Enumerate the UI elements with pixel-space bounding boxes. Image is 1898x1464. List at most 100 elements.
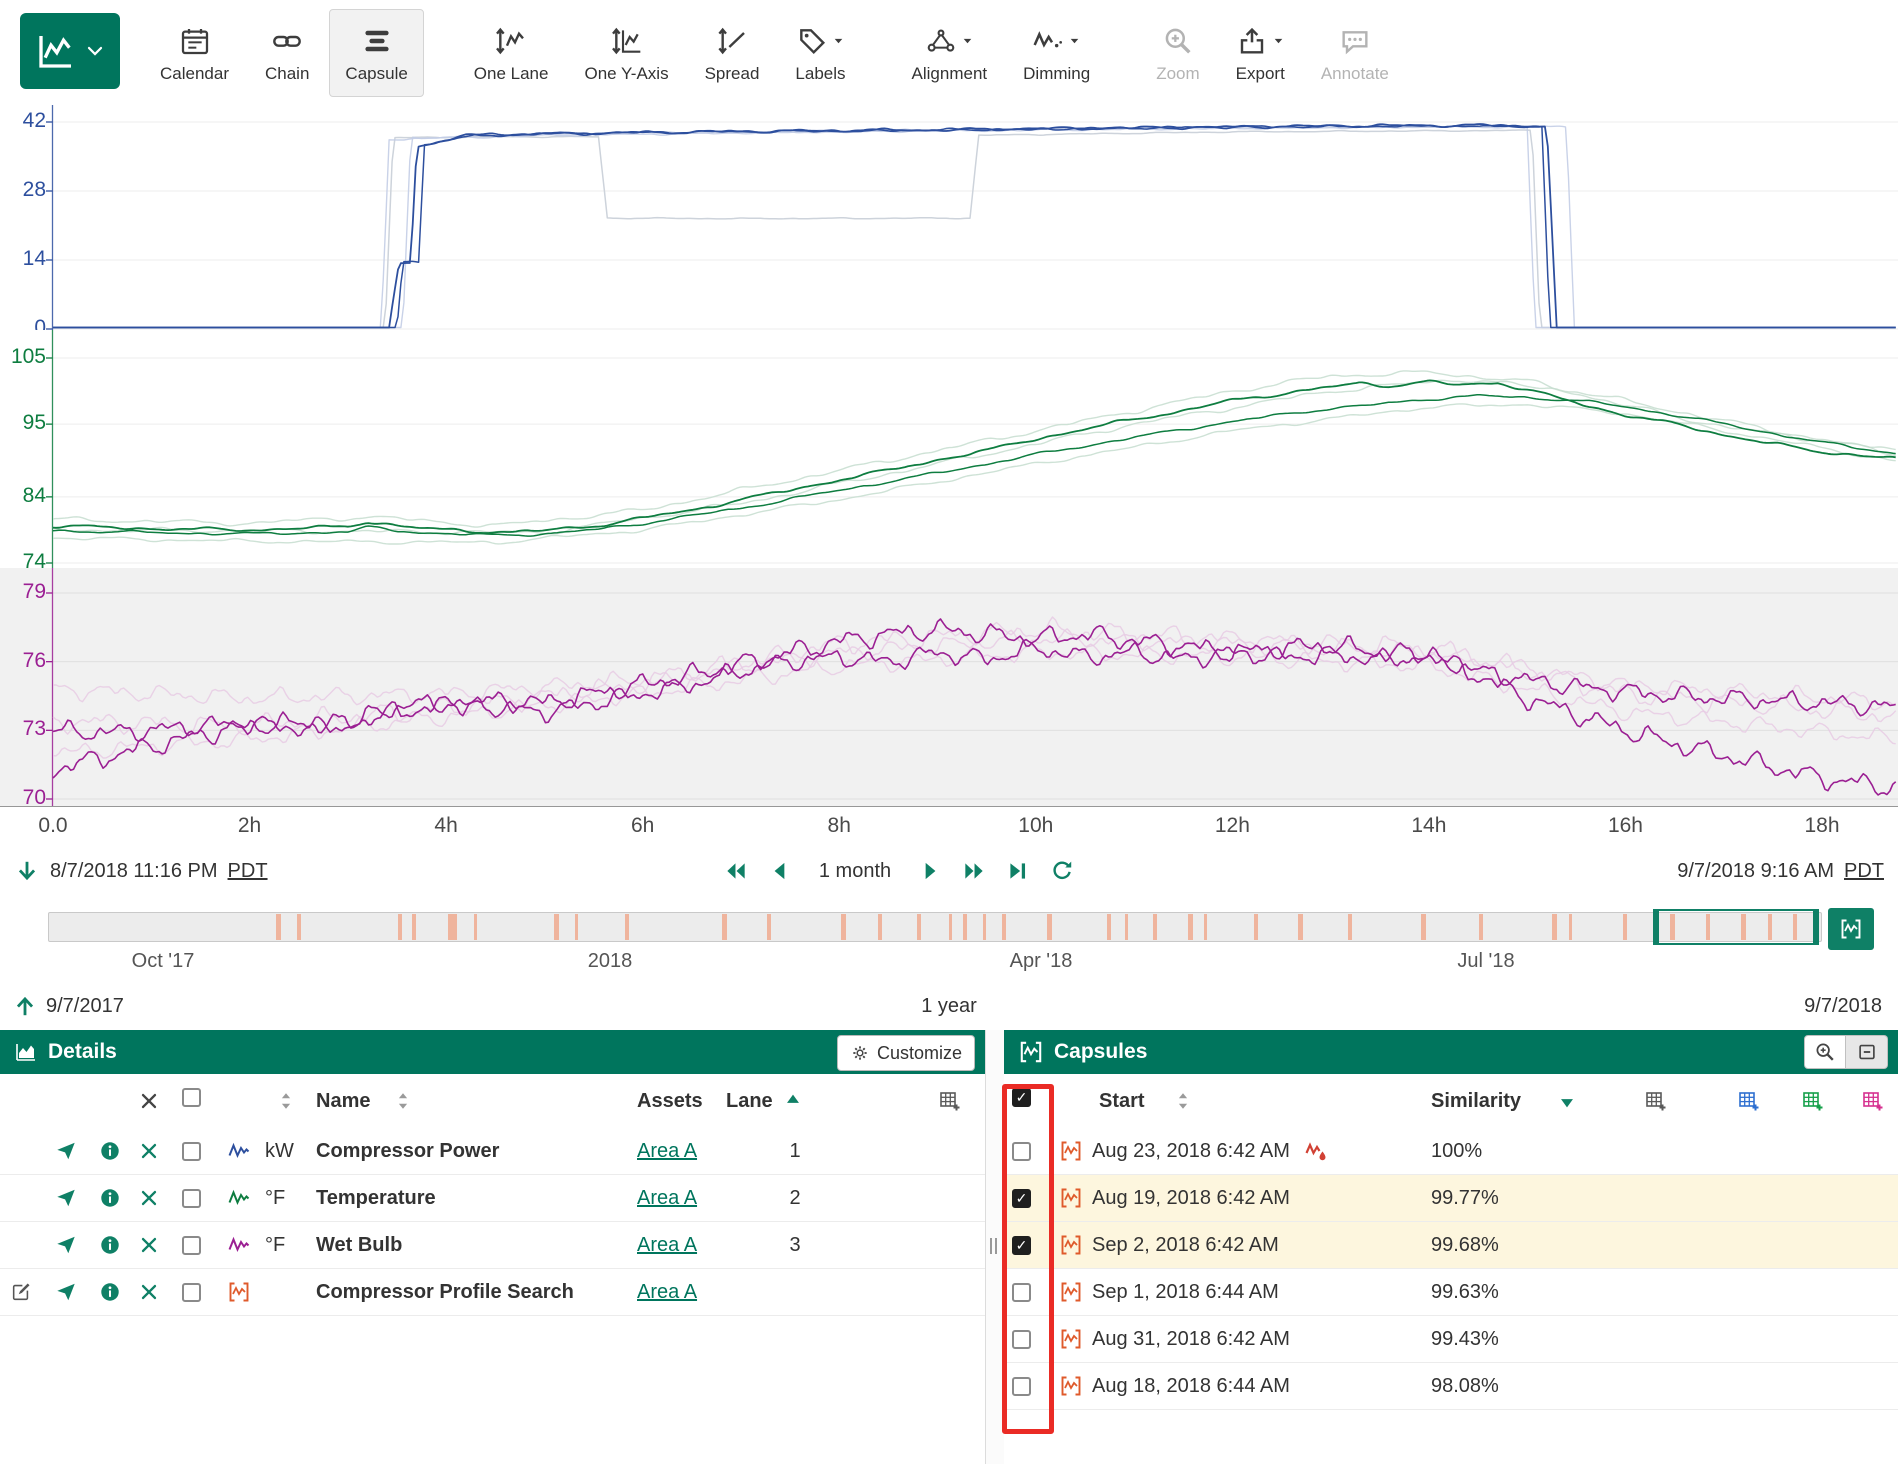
pin-icon[interactable]: [55, 1128, 77, 1174]
timeline-label-Apr-18: Apr '18: [1010, 950, 1073, 973]
toolbar-button-dimming[interactable]: Dimming: [1007, 9, 1106, 97]
info-icon[interactable]: [99, 1269, 121, 1315]
capsule-row-0[interactable]: Aug 23, 2018 6:42 AM100%: [1004, 1128, 1898, 1175]
lane-wet-bulb[interactable]: 79767370: [0, 568, 1898, 807]
remove-icon[interactable]: [138, 1269, 160, 1315]
remove-icon[interactable]: [138, 1222, 160, 1268]
toolbar-button-labels[interactable]: Labels: [779, 9, 861, 97]
details-row-0[interactable]: kWCompressor PowerArea A1: [0, 1128, 985, 1175]
timeline-capsule-mark: [841, 914, 846, 940]
toolbar-button-spread[interactable]: Spread: [689, 9, 776, 97]
lane-column-header[interactable]: Lane: [726, 1074, 773, 1128]
details-row-1[interactable]: °FTemperatureArea A2: [0, 1175, 985, 1222]
sort-name-icon[interactable]: [392, 1074, 414, 1128]
capsules-select-all-checkbox[interactable]: ✓: [1012, 1088, 1031, 1107]
sort-start-icon[interactable]: [1172, 1074, 1194, 1128]
capsule-row-1[interactable]: ✓Aug 19, 2018 6:42 AM99.77%: [1004, 1175, 1898, 1222]
details-select-all-checkbox[interactable]: [182, 1088, 201, 1107]
capsule-row-5[interactable]: Aug 18, 2018 6:44 AM98.08%: [1004, 1363, 1898, 1410]
asset-link[interactable]: Area A: [637, 1269, 697, 1315]
capsule-checkbox[interactable]: [1012, 1377, 1031, 1396]
sort-lane-asc-icon[interactable]: [782, 1074, 804, 1128]
timeline-scrubber[interactable]: [48, 912, 1822, 942]
labels-icon: [796, 22, 845, 60]
details-row-3[interactable]: Compressor Profile Search Area A: [0, 1269, 985, 1316]
details-row-2[interactable]: °FWet BulbArea A3: [0, 1222, 985, 1269]
capsule-time-toggle-button[interactable]: [1828, 908, 1874, 950]
pin-icon[interactable]: [55, 1269, 77, 1315]
customize-button[interactable]: Customize: [837, 1035, 975, 1071]
name-column-header[interactable]: Name: [316, 1074, 370, 1128]
capsules-zoom-button[interactable]: [1804, 1035, 1846, 1069]
capsules-collapse-button[interactable]: [1846, 1035, 1888, 1069]
item-name[interactable]: Compressor Profile Search: [316, 1269, 574, 1315]
capsule-checkbox[interactable]: [1012, 1283, 1031, 1302]
lane-temperature[interactable]: 105958474: [0, 330, 1898, 569]
details-row-checkbox[interactable]: [182, 1189, 201, 1208]
panel-splitter[interactable]: [985, 1030, 1006, 1464]
toolbar-button-one-y-axis[interactable]: One Y-Axis: [568, 9, 684, 97]
capsules-add-column-icon[interactable]: [1644, 1074, 1668, 1128]
range-end-timezone-link[interactable]: PDT: [1844, 860, 1884, 883]
step-to-end-button[interactable]: [1005, 858, 1031, 884]
item-name[interactable]: Temperature: [316, 1175, 436, 1221]
item-name[interactable]: Compressor Power: [316, 1128, 499, 1174]
start-column-header[interactable]: Start: [1099, 1074, 1145, 1128]
similarity-column-header[interactable]: Similarity: [1431, 1074, 1521, 1128]
toolbar-button-chain[interactable]: Chain: [249, 9, 325, 97]
edit-icon[interactable]: [10, 1269, 32, 1315]
toolbar-button-zoom[interactable]: Zoom: [1140, 9, 1215, 97]
capsule-checkbox[interactable]: [1012, 1330, 1031, 1349]
y-tick-lane3-70: 70: [0, 786, 46, 807]
pin-icon[interactable]: [55, 1222, 77, 1268]
details-row-checkbox[interactable]: [182, 1283, 201, 1302]
remove-all-icon[interactable]: [138, 1074, 160, 1128]
step-back-many-button[interactable]: [723, 858, 749, 884]
splitter-handle-icon[interactable]: [990, 1238, 997, 1254]
capsule-checkbox[interactable]: [1012, 1142, 1031, 1161]
timeline-selection-region[interactable]: [1653, 909, 1819, 945]
capsule-checkbox[interactable]: ✓: [1012, 1189, 1031, 1208]
info-icon[interactable]: [99, 1222, 121, 1268]
view-selector-dropdown[interactable]: [20, 13, 120, 89]
y-tick-lane3-79: 79: [0, 580, 46, 604]
asset-link[interactable]: Area A: [637, 1175, 697, 1221]
toolbar-label-labels: Labels: [795, 64, 845, 84]
item-name[interactable]: Wet Bulb: [316, 1222, 402, 1268]
toolbar-button-calendar[interactable]: Calendar: [144, 9, 245, 97]
y-tick-lane1-14: 14: [0, 247, 46, 271]
remove-icon[interactable]: [138, 1175, 160, 1221]
capsules-panel: Capsules ✓StartSimilarity Aug 23, 2018 6…: [1004, 1030, 1898, 1464]
step-forward-many-button[interactable]: [961, 858, 987, 884]
capsule-row-3[interactable]: Sep 1, 2018 6:44 AM99.63%: [1004, 1269, 1898, 1316]
refresh-button[interactable]: [1049, 858, 1075, 884]
pin-icon[interactable]: [55, 1175, 77, 1221]
asset-link[interactable]: Area A: [637, 1222, 697, 1268]
toolbar-button-one-lane[interactable]: One Lane: [458, 9, 565, 97]
toolbar-button-annotate[interactable]: Annotate: [1305, 9, 1405, 97]
toolbar-button-capsule[interactable]: Capsule: [329, 9, 423, 97]
step-forward-button[interactable]: [917, 858, 943, 884]
capsule-checkbox[interactable]: ✓: [1012, 1236, 1031, 1255]
remove-icon[interactable]: [138, 1128, 160, 1174]
lane-compressor-power[interactable]: 4228140: [0, 105, 1898, 331]
timeline-capsule-mark: [1188, 914, 1193, 940]
zoom-icon: [1162, 22, 1194, 60]
sort-similarity-desc-icon[interactable]: [1556, 1074, 1578, 1128]
add-stat-column-blue-icon[interactable]: [1737, 1074, 1761, 1128]
step-back-button[interactable]: [767, 858, 793, 884]
add-stat-column-green-icon[interactable]: [1801, 1074, 1825, 1128]
add-stat-column-magenta-icon[interactable]: [1861, 1074, 1885, 1128]
toolbar-button-alignment[interactable]: Alignment: [896, 9, 1004, 97]
details-row-checkbox[interactable]: [182, 1142, 201, 1161]
details-row-checkbox[interactable]: [182, 1236, 201, 1255]
capsule-row-2[interactable]: ✓Sep 2, 2018 6:42 AM99.68%: [1004, 1222, 1898, 1269]
toolbar-button-export[interactable]: Export: [1220, 9, 1301, 97]
capsule-row-4[interactable]: Aug 31, 2018 6:42 AM99.43%: [1004, 1316, 1898, 1363]
assets-column-header[interactable]: Assets: [637, 1074, 703, 1128]
details-add-column-icon[interactable]: [938, 1074, 962, 1128]
info-icon[interactable]: [99, 1128, 121, 1174]
sort-value-icon[interactable]: [275, 1074, 297, 1128]
asset-link[interactable]: Area A: [637, 1128, 697, 1174]
info-icon[interactable]: [99, 1175, 121, 1221]
